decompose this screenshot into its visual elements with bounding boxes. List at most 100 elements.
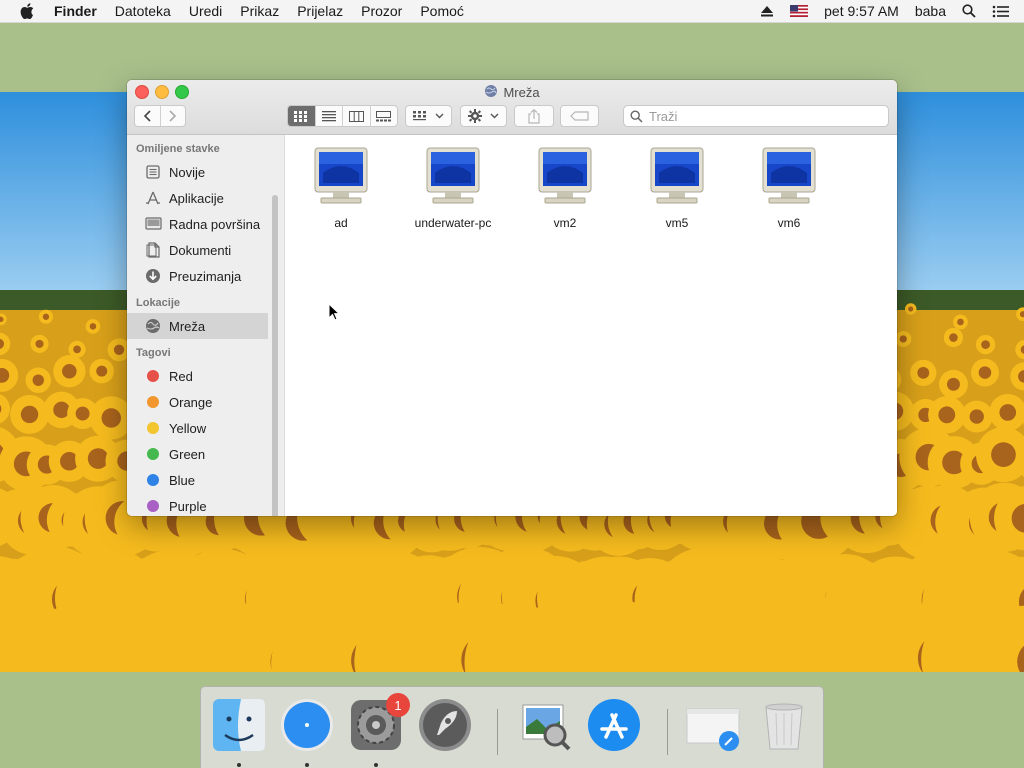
notification-badge: 1 bbox=[386, 693, 410, 717]
share-button[interactable] bbox=[514, 105, 554, 127]
us-flag-input-icon[interactable] bbox=[782, 5, 816, 17]
action-menu-button[interactable] bbox=[460, 105, 507, 127]
chevron-down-icon bbox=[435, 113, 444, 119]
menu-app-finder[interactable]: Finder bbox=[54, 0, 106, 22]
group-by-dropdown[interactable] bbox=[405, 105, 452, 127]
desktop-icon bbox=[144, 215, 162, 233]
spotlight-search-icon[interactable] bbox=[954, 4, 984, 18]
search-field[interactable]: Traži bbox=[623, 105, 889, 127]
column-view-button[interactable] bbox=[343, 106, 371, 126]
menu-uredi[interactable]: Uredi bbox=[180, 0, 231, 22]
sidebar-item-label: Green bbox=[169, 446, 206, 462]
menu-clock[interactable]: pet 9:57 AM bbox=[816, 0, 907, 22]
launchpad-icon[interactable] bbox=[417, 697, 473, 753]
file-icon-grid: ad underwater-pc vm2 vm5 vm6 bbox=[285, 135, 897, 516]
notification-center-icon[interactable] bbox=[984, 5, 1018, 18]
sidebar-item-label: Orange bbox=[169, 394, 213, 410]
sidebar-item-label: Radna površina bbox=[169, 216, 261, 232]
gallery-view-button[interactable] bbox=[371, 106, 398, 126]
downloads-stack-icon[interactable] bbox=[685, 697, 741, 753]
menu-datoteka[interactable]: Datoteka bbox=[106, 0, 180, 22]
window-title: Mreža bbox=[127, 84, 897, 101]
forward-button[interactable] bbox=[161, 106, 186, 126]
view-mode-control bbox=[287, 105, 398, 127]
network-icon bbox=[144, 317, 162, 335]
computer-icon bbox=[285, 147, 397, 210]
menu-user[interactable]: baba bbox=[907, 0, 954, 22]
sidebar-tag-yellow[interactable]: Yellow bbox=[127, 415, 284, 441]
sidebar-item-label: Preuzimanja bbox=[169, 268, 242, 284]
window-toolbar: Mreža Traži bbox=[127, 80, 897, 135]
purple-tag-dot-icon bbox=[147, 500, 159, 512]
tag-icon bbox=[569, 111, 589, 121]
network-globe-icon bbox=[484, 84, 498, 101]
sidebar-item-radna-povrsina[interactable]: Radna površina bbox=[127, 211, 284, 237]
documents-icon bbox=[144, 241, 162, 259]
sidebar-item-label: Novije bbox=[169, 164, 206, 180]
safari-icon[interactable] bbox=[279, 697, 335, 753]
finder-window: Mreža Traži Omiljene stavke Novije Aplik… bbox=[127, 80, 897, 516]
sidebar-item-label: Aplikacije bbox=[169, 190, 224, 206]
menu-pomoc[interactable]: Pomoć bbox=[411, 0, 473, 22]
computer-name-label: vm6 bbox=[777, 216, 801, 230]
search-icon bbox=[630, 109, 643, 123]
network-computer-item[interactable]: vm2 bbox=[509, 147, 621, 230]
blue-tag-dot-icon bbox=[147, 474, 159, 486]
icon-view-button[interactable] bbox=[288, 106, 316, 126]
sidebar-tag-green[interactable]: Green bbox=[127, 441, 284, 467]
sidebar-tag-blue[interactable]: Blue bbox=[127, 467, 284, 493]
dock-separator bbox=[497, 709, 498, 755]
network-computer-item[interactable]: vm6 bbox=[733, 147, 845, 230]
menu-prijelaz[interactable]: Prijelaz bbox=[288, 0, 352, 22]
yellow-tag-dot-icon bbox=[147, 422, 159, 434]
apple-menu-icon[interactable] bbox=[20, 0, 36, 22]
chevron-down-icon bbox=[490, 113, 499, 119]
sidebar-item-dokumenti[interactable]: Dokumenti bbox=[127, 237, 284, 263]
computer-icon bbox=[733, 147, 845, 210]
sidebar-header-locations: Lokacije bbox=[136, 297, 181, 309]
running-indicator bbox=[237, 763, 241, 767]
sidebar-item-mreza[interactable]: Mreža bbox=[127, 313, 268, 339]
network-computer-item[interactable]: ad bbox=[285, 147, 397, 230]
trash-icon[interactable] bbox=[756, 697, 812, 753]
menu-bar: Finder Datoteka Uredi Prikaz Prijelaz Pr… bbox=[0, 0, 1024, 23]
sidebar-tag-orange[interactable]: Orange bbox=[127, 389, 284, 415]
computer-name-label: underwater-pc bbox=[414, 216, 492, 230]
network-computer-item[interactable]: vm5 bbox=[621, 147, 733, 230]
sidebar-scrollbar[interactable] bbox=[272, 195, 278, 516]
computer-icon bbox=[509, 147, 621, 210]
red-tag-dot-icon bbox=[147, 370, 159, 382]
app-store-icon[interactable] bbox=[586, 697, 642, 753]
list-view-button[interactable] bbox=[316, 106, 343, 126]
back-button[interactable] bbox=[135, 106, 161, 126]
sidebar-tag-red[interactable]: Red bbox=[127, 363, 284, 389]
computer-name-label: vm2 bbox=[553, 216, 577, 230]
computer-name-label: ad bbox=[334, 216, 348, 230]
menu-prozor[interactable]: Prozor bbox=[352, 0, 411, 22]
green-tag-dot-icon bbox=[147, 448, 159, 460]
downloads-icon bbox=[144, 267, 162, 285]
group-icon bbox=[413, 110, 426, 120]
navigation-buttons bbox=[134, 105, 186, 127]
applications-icon bbox=[144, 189, 162, 207]
menu-prikaz[interactable]: Prikaz bbox=[231, 0, 288, 22]
edit-tags-button[interactable] bbox=[560, 105, 599, 127]
network-computer-item[interactable]: underwater-pc bbox=[397, 147, 509, 230]
sidebar-header-tags: Tagovi bbox=[136, 347, 171, 359]
sidebar-item-label: Yellow bbox=[169, 420, 207, 436]
sidebar-item-preuzimanja[interactable]: Preuzimanja bbox=[127, 263, 284, 289]
sidebar-item-label: Purple bbox=[169, 498, 207, 514]
sidebar-item-novije[interactable]: Novije bbox=[127, 159, 284, 185]
eject-icon[interactable] bbox=[752, 5, 782, 17]
window-title-text: Mreža bbox=[503, 85, 540, 100]
mouse-pointer-icon bbox=[328, 303, 340, 321]
preview-icon[interactable] bbox=[517, 697, 573, 753]
search-placeholder: Traži bbox=[649, 108, 678, 124]
sidebar: Omiljene stavke Novije Aplikacije Radna … bbox=[127, 135, 285, 516]
running-indicator bbox=[374, 763, 378, 767]
sidebar-item-aplikacije[interactable]: Aplikacije bbox=[127, 185, 284, 211]
sidebar-item-label: Blue bbox=[169, 472, 196, 488]
sidebar-tag-purple[interactable]: Purple bbox=[127, 493, 284, 516]
computer-icon bbox=[621, 147, 733, 210]
finder-icon[interactable] bbox=[211, 697, 267, 753]
